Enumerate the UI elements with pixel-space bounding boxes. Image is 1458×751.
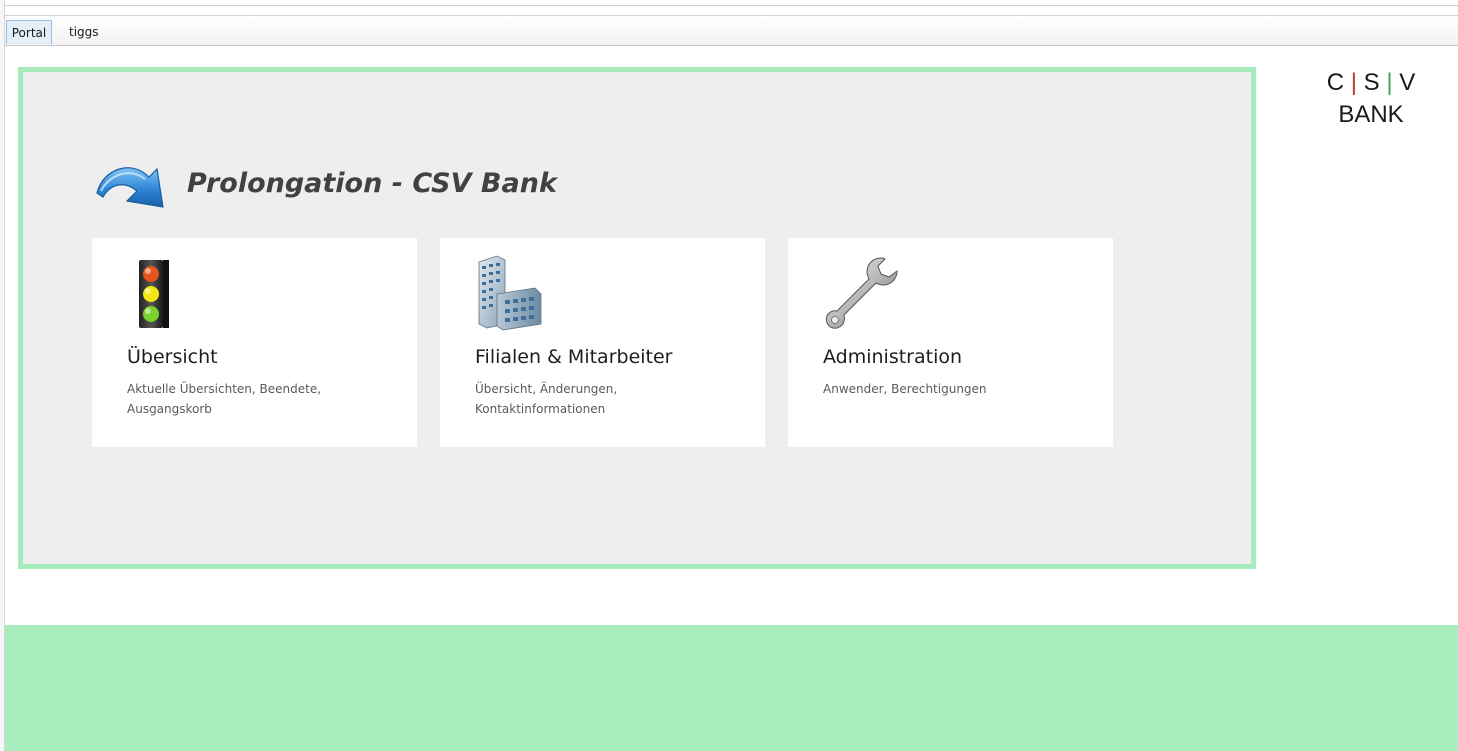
logo-letter-v: V [1399,69,1416,96]
main-panel: Prolongation - CSV Bank Übersicht Aktuel… [18,67,1256,569]
logo-letter-c: C [1326,69,1345,96]
tab-bar: Portal tiggs [5,15,1458,46]
wrench-icon [825,257,898,329]
office-building-icon [478,255,542,331]
window-top-strip [0,0,1458,6]
tile-description: Übersicht, Änderungen, Kontaktinformatio… [475,382,618,416]
curved-arrow-icon [96,167,164,208]
tile-filialen-mitarbeiter[interactable]: Filialen & Mitarbeiter Übersicht, Änderu… [440,238,765,447]
footer-band [5,625,1458,751]
tile-description: Anwender, Berechtigungen [823,382,987,396]
logo-separator: | [1386,69,1393,96]
tile-title: Filialen & Mitarbeiter [475,346,673,368]
page-heading: Prolongation - CSV Bank [93,148,557,218]
tile-administration[interactable]: Administration Anwender, Berechtigungen [788,238,1113,447]
portal-page: Portal tiggs Prolongation - CSV Bank Übe… [0,0,1458,751]
logo-bank: BANK [1338,101,1404,128]
traffic-light-icon [139,260,169,328]
tile-uebersicht[interactable]: Übersicht Aktuelle Übersichten, Beendete… [92,238,417,447]
tile-description: Aktuelle Übersichten, Beendete, Ausgangs… [127,382,322,416]
logo-separator: | [1350,69,1357,96]
page-title: Prolongation - CSV Bank [187,167,557,199]
tab-portal[interactable]: Portal [6,20,52,44]
logo-letters: C | S | V [1296,67,1446,99]
tile-title: Administration [823,346,963,368]
tab-tiggs[interactable]: tiggs [63,20,105,44]
tile-title: Übersicht [127,346,218,368]
logo-letter-s: S [1363,69,1380,96]
csv-bank-logo: C | S | V BANK [1296,67,1446,131]
